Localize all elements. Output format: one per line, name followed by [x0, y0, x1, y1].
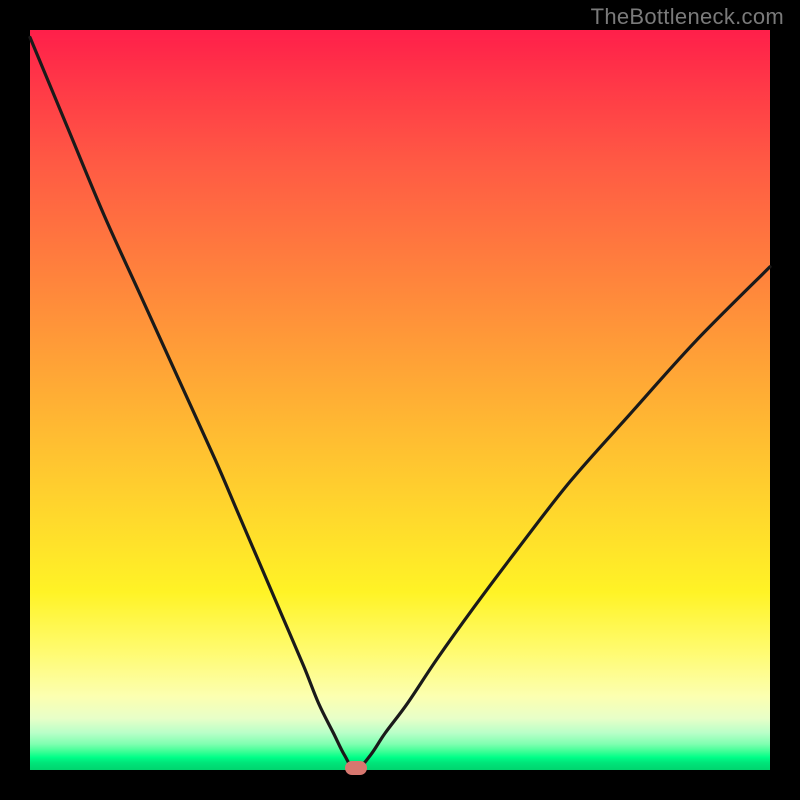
optimal-point-marker — [345, 761, 367, 775]
plot-area — [30, 30, 770, 770]
bottleneck-curve — [30, 30, 770, 770]
curve-path — [30, 37, 770, 770]
watermark-text: TheBottleneck.com — [591, 4, 784, 30]
outer-frame: TheBottleneck.com — [0, 0, 800, 800]
